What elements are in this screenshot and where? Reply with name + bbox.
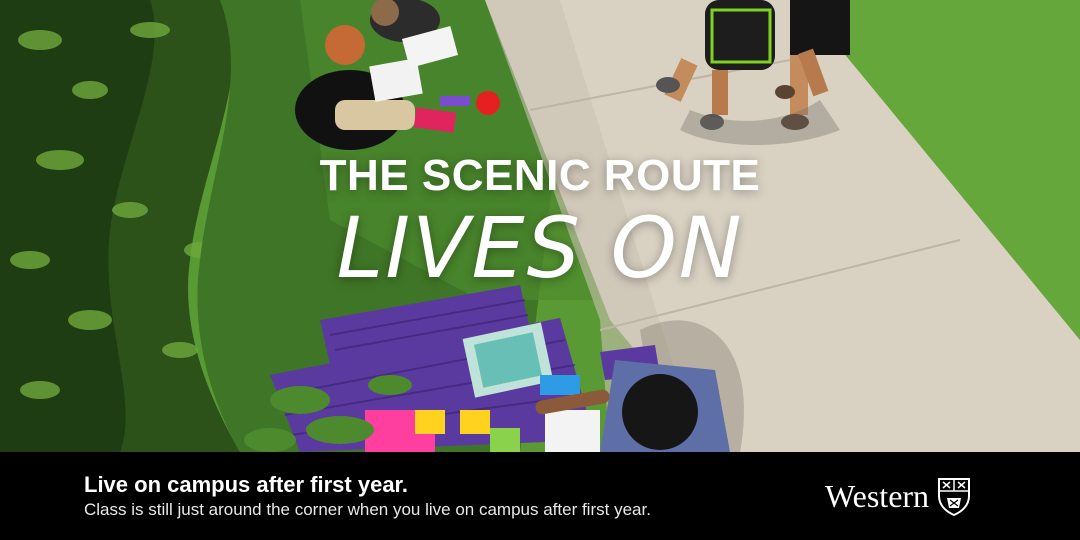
footer-title: Live on campus after first year. (84, 472, 409, 497)
logo-wordmark: Western (825, 478, 930, 514)
headline-line-1: THE SCENIC ROUTE (319, 151, 761, 200)
headline-line-2: LIVES ON (336, 199, 744, 297)
ad-banner: THE SCENIC ROUTE LIVES ON Live on campus… (0, 0, 1080, 540)
footer-subtitle: Class is still just around the corner wh… (84, 500, 651, 519)
footer-bar: Live on campus after first year. Class i… (0, 452, 1080, 540)
shield-crest-icon (938, 478, 971, 516)
western-logo[interactable]: Western (825, 476, 971, 516)
headline: THE SCENIC ROUTE LIVES ON (0, 150, 1080, 290)
campus-photo: THE SCENIC ROUTE LIVES ON (0, 0, 1080, 452)
